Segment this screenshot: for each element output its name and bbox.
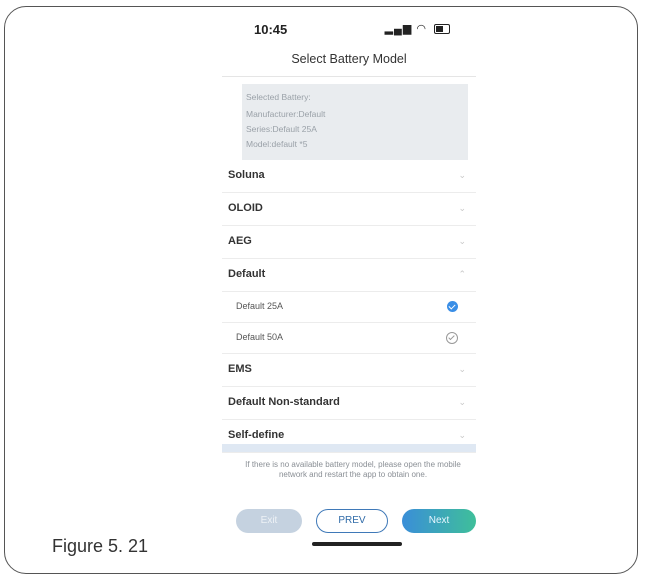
manufacturer-label: AEG (228, 235, 252, 247)
next-button[interactable]: Next (402, 509, 476, 533)
selected-heading: Selected Battery: (246, 92, 311, 102)
status-bar: 10:45 ▂▄▆ ◠ (222, 14, 476, 48)
chevron-down-icon: ⌄ (458, 430, 466, 440)
unchecked-icon[interactable] (446, 332, 458, 344)
selected-battery-panel: Selected Battery: Manufacturer:Default S… (242, 84, 468, 160)
page-title: Select Battery Model (291, 52, 407, 66)
selected-manufacturer: Manufacturer:Default (246, 109, 326, 119)
chevron-up-icon: ⌃ (458, 269, 466, 279)
manufacturer-row-aeg[interactable]: AEG ⌄ (222, 226, 476, 259)
battery-icon (434, 24, 450, 35)
manufacturer-row-default[interactable]: Default ⌃ (222, 259, 476, 292)
manufacturer-label: Soluna (228, 169, 265, 181)
chevron-down-icon: ⌄ (458, 236, 466, 246)
selected-series: Series:Default 25A (246, 124, 317, 134)
series-label: Default 50A (236, 332, 284, 342)
manufacturer-label: Default (228, 268, 266, 280)
phone-screen: 10:45 ▂▄▆ ◠ Select Battery Model Selecte… (222, 14, 476, 552)
manufacturer-label: EMS (228, 363, 252, 375)
manufacturer-label: OLOID (228, 202, 263, 214)
figure-caption: Figure 5. 21 (52, 536, 149, 556)
manufacturer-row-soluna[interactable]: Soluna ⌄ (222, 160, 476, 193)
home-indicator (312, 542, 402, 546)
series-row-default-50a[interactable]: Default 50A (222, 323, 476, 354)
exit-button[interactable]: Exit (236, 509, 302, 533)
network-notice: If there is no available battery model, … (245, 460, 461, 479)
signal-wifi-icon: ▂▄▆ ◠ (384, 23, 427, 35)
checked-icon[interactable] (447, 301, 458, 312)
manufacturer-row-default-non-standard[interactable]: Default Non-standard ⌄ (222, 387, 476, 420)
prev-button[interactable]: PREV (316, 509, 388, 533)
list-footer-band (222, 444, 476, 452)
selected-model: Model:default *5 (246, 139, 308, 149)
chevron-down-icon: ⌄ (458, 170, 466, 180)
battery-model-list: Soluna ⌄ OLOID ⌄ AEG ⌄ Default ⌃ Default… (222, 160, 476, 453)
chevron-down-icon: ⌄ (458, 203, 466, 213)
series-row-default-25a[interactable]: Default 25A (222, 292, 476, 323)
manufacturer-row-oloid[interactable]: OLOID ⌄ (222, 193, 476, 226)
chevron-down-icon: ⌄ (458, 364, 466, 374)
manufacturer-label: Self-define (228, 429, 285, 441)
chevron-down-icon: ⌄ (458, 397, 466, 407)
series-label: Default 25A (236, 301, 284, 311)
system-icons: ▂▄▆ ◠ (385, 22, 450, 35)
manufacturer-row-ems[interactable]: EMS ⌄ (222, 354, 476, 387)
manufacturer-label: Default Non-standard (228, 396, 340, 408)
status-time: 10:45 (254, 22, 288, 37)
header-divider (222, 76, 476, 77)
